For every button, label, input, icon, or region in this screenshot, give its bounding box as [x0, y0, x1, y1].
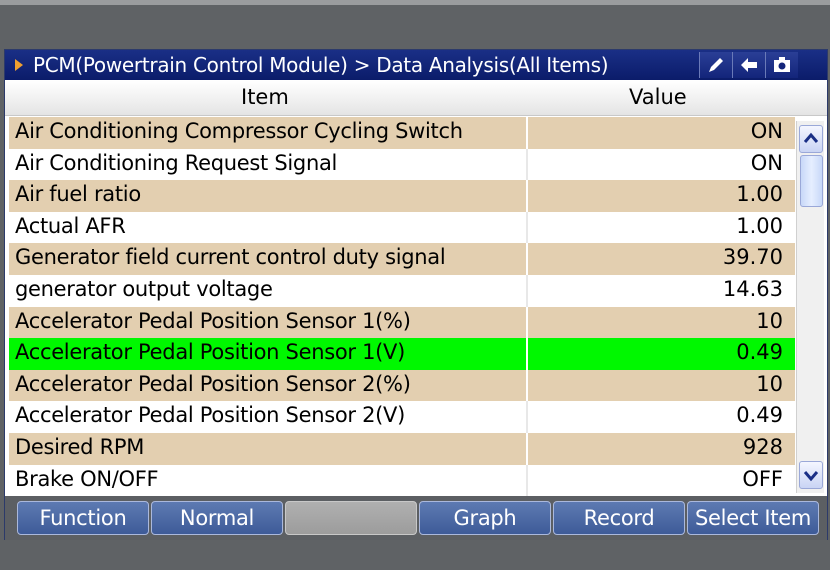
table-row[interactable]: Air Conditioning Compressor Cycling Swit… — [9, 117, 795, 149]
row-item-label: Air Conditioning Compressor Cycling Swit… — [15, 119, 463, 143]
row-value: 1.00 — [736, 213, 783, 238]
column-divider — [526, 243, 528, 275]
row-value: 0.49 — [736, 340, 783, 365]
row-item-label: generator output voltage — [15, 276, 273, 301]
row-item-label: Air Conditioning Request Signal — [15, 150, 338, 175]
row-item-label: Generator field current control duty sig… — [15, 245, 446, 270]
row-value: 0.49 — [736, 403, 783, 428]
scrollbar[interactable] — [796, 121, 824, 493]
window-title: PCM(Powertrain Control Module) > Data An… — [33, 53, 609, 77]
column-divider — [526, 306, 528, 339]
chevron-down-icon — [803, 471, 819, 482]
row-value: ON — [750, 150, 783, 175]
row-value: OFF — [742, 466, 783, 491]
table-row[interactable]: Brake ON/OFF OFF — [9, 464, 795, 497]
select-item-button[interactable]: Select Item — [687, 501, 819, 535]
column-divider — [526, 369, 528, 402]
header-item: Item — [241, 85, 289, 109]
scroll-thumb[interactable] — [800, 155, 823, 207]
normal-button[interactable]: Normal — [151, 501, 283, 535]
row-value: 1.00 — [736, 182, 783, 207]
edit-button[interactable] — [699, 52, 732, 78]
record-button[interactable]: Record — [553, 501, 685, 535]
function-button[interactable]: Function — [17, 501, 149, 535]
graph-button[interactable]: Graph — [419, 501, 551, 535]
row-item-label: Accelerator Pedal Position Sensor 1(V) — [15, 340, 406, 365]
pen-icon — [709, 58, 723, 72]
row-value: 10 — [756, 371, 783, 396]
column-divider — [526, 464, 528, 497]
column-divider — [526, 148, 528, 181]
row-value: ON — [750, 119, 783, 143]
title-bar: PCM(Powertrain Control Module) > Data An… — [5, 50, 827, 80]
row-item-label: Air fuel ratio — [15, 182, 141, 207]
column-divider — [526, 432, 528, 465]
table-row[interactable]: Desired RPM 928 — [9, 432, 795, 465]
column-divider — [526, 274, 528, 307]
table-row[interactable]: Accelerator Pedal Position Sensor 1(%) 10 — [9, 306, 795, 339]
table-row[interactable]: Accelerator Pedal Position Sensor 1(V) 0.… — [9, 338, 795, 370]
table-row[interactable]: Accelerator Pedal Position Sensor 2(%) 10 — [9, 369, 795, 402]
row-value: 14.63 — [722, 276, 783, 301]
row-item-label: Brake ON/OFF — [15, 466, 159, 491]
table-row[interactable]: Air Conditioning Request Signal ON — [9, 148, 795, 181]
table-header: Item Value — [5, 81, 827, 116]
table-row[interactable]: Generator field current control duty sig… — [9, 243, 795, 275]
data-analysis-window: PCM(Powertrain Control Module) > Data An… — [4, 49, 828, 541]
table-row[interactable]: Air fuel ratio 1.00 — [9, 180, 795, 212]
blank-button[interactable] — [285, 501, 417, 535]
data-list: Air Conditioning Compressor Cycling Swit… — [9, 117, 795, 497]
table-row[interactable]: Accelerator Pedal Position Sensor 2(V) 0.… — [9, 401, 795, 433]
row-value: 928 — [742, 434, 783, 459]
scroll-down-button[interactable] — [799, 461, 823, 489]
back-arrow-icon — [741, 58, 757, 72]
column-divider — [526, 338, 528, 370]
row-item-label: Desired RPM — [15, 434, 145, 459]
camera-icon — [774, 57, 790, 72]
top-strip — [0, 0, 830, 5]
camera-button[interactable] — [765, 52, 798, 78]
column-divider — [526, 401, 528, 433]
header-value: Value — [629, 85, 687, 109]
table-row[interactable]: generator output voltage 14.63 — [9, 274, 795, 307]
scroll-up-button[interactable] — [799, 125, 823, 153]
column-divider — [526, 180, 528, 212]
column-divider — [526, 211, 528, 244]
row-item-label: Accelerator Pedal Position Sensor 2(%) — [15, 371, 411, 396]
footer-toolbar: Function Normal Graph Record Select Item — [5, 496, 827, 540]
column-divider — [526, 117, 528, 149]
title-arrow-icon — [15, 59, 23, 71]
row-item-label: Accelerator Pedal Position Sensor 1(%) — [15, 308, 411, 333]
row-item-label: Accelerator Pedal Position Sensor 2(V) — [15, 403, 406, 428]
row-value: 10 — [756, 308, 783, 333]
row-value: 39.70 — [722, 245, 783, 270]
chevron-up-icon — [803, 132, 819, 143]
table-row[interactable]: Actual AFR 1.00 — [9, 211, 795, 244]
bottom-strip — [0, 540, 830, 570]
back-button[interactable] — [732, 52, 765, 78]
row-item-label: Actual AFR — [15, 213, 126, 238]
